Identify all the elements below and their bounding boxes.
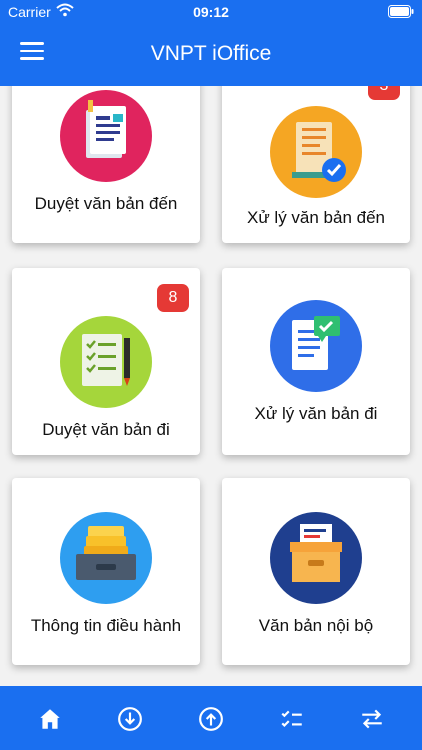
status-bar: Carrier 09:12	[0, 0, 422, 24]
tile-van-ban-noi-bo[interactable]: Văn bản nội bộ	[222, 478, 410, 665]
tile-xu-ly-van-ban-den[interactable]: 3 Xử lý văn bản đến	[222, 70, 410, 243]
tile-label: Duyệt văn bản đi	[42, 420, 170, 439]
home-icon[interactable]	[37, 706, 63, 732]
clock-time: 09:12	[193, 4, 229, 20]
tile-label: Xử lý văn bản đến	[246, 208, 386, 227]
archive-box-icon	[270, 512, 362, 609]
swap-arrows-icon[interactable]	[359, 706, 385, 732]
battery-icon	[388, 5, 414, 21]
tile-label: Duyệt văn bản đến	[34, 194, 178, 213]
inbox-tray-icon	[60, 512, 152, 609]
tile-duyet-van-ban-den[interactable]: Duyệt văn bản đến	[12, 70, 200, 243]
incoming-document-process-icon	[270, 106, 362, 203]
checklist-icon[interactable]	[279, 706, 305, 732]
outgoing-document-approve-icon	[60, 316, 152, 413]
tile-label: Văn bản nội bộ	[258, 616, 374, 635]
tile-thong-tin-dieu-hanh[interactable]: Thông tin điều hành	[12, 478, 200, 665]
app-header: Carrier 09:12 VNPT iOffice	[0, 0, 422, 86]
tile-label: Xử lý văn bản đi	[254, 404, 378, 423]
bottom-navigation	[0, 686, 422, 750]
tile-xu-ly-van-ban-di[interactable]: Xử lý văn bản đi	[222, 268, 410, 455]
arrow-up-circle-icon[interactable]	[198, 706, 224, 732]
page-title: VNPT iOffice	[150, 42, 272, 65]
app-root: Duyệt văn bản đến 3 Xử lý văn bản đến	[0, 0, 422, 750]
arrow-down-circle-icon[interactable]	[117, 706, 143, 732]
outgoing-document-process-icon	[270, 300, 362, 397]
incoming-document-approve-icon	[60, 90, 152, 187]
notification-badge: 8	[157, 284, 189, 312]
tile-duyet-van-ban-di[interactable]: 8 Duyệt văn bản đi	[12, 268, 200, 455]
tile-grid: Duyệt văn bản đến 3 Xử lý văn bản đến	[0, 0, 422, 750]
tile-label: Thông tin điều hành	[30, 616, 182, 635]
